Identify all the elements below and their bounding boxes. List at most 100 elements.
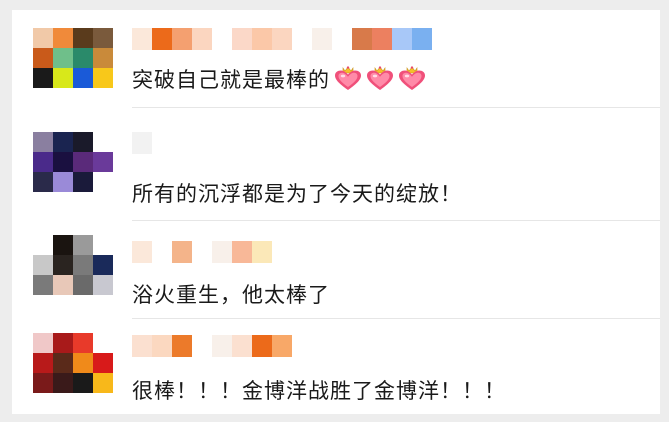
- avatar-mosaic-cell: [53, 235, 73, 255]
- username-mosaic-cell: [252, 241, 272, 263]
- username-redacted[interactable]: [132, 28, 432, 50]
- avatar-mosaic-cell: [33, 28, 53, 48]
- avatar-mosaic-cell: [93, 333, 113, 353]
- avatar-mosaic-cell: [33, 235, 53, 255]
- username-mosaic-cell: [172, 335, 192, 357]
- username-mosaic-cell: [412, 28, 432, 50]
- username-mosaic-cell: [172, 28, 192, 50]
- comment-item[interactable]: 浴火重生，他太棒了: [12, 221, 660, 319]
- username-mosaic-cell: [372, 28, 392, 50]
- heart-with-crown-icon: [334, 66, 362, 92]
- avatar[interactable]: [33, 235, 113, 295]
- avatar[interactable]: [33, 28, 113, 88]
- avatar-mosaic-cell: [33, 132, 53, 152]
- username-mosaic-cell: [392, 28, 412, 50]
- username-mosaic-cell: [232, 241, 252, 263]
- avatar-mosaic-cell: [53, 275, 73, 295]
- avatar-mosaic-cell: [73, 373, 93, 393]
- heart-with-crown-icon: [366, 66, 394, 92]
- comment-item[interactable]: 突破自己就是最棒的: [12, 10, 660, 108]
- avatar-mosaic-cell: [33, 172, 53, 192]
- avatar-mosaic-cell: [73, 235, 93, 255]
- avatar[interactable]: [33, 132, 113, 192]
- username-mosaic-cell: [192, 241, 212, 263]
- avatar-mosaic-cell: [33, 152, 53, 172]
- username-mosaic-cell: [132, 132, 152, 154]
- avatar-mosaic-cell: [93, 132, 113, 152]
- avatar-mosaic-cell: [93, 255, 113, 275]
- comment-text: 很棒！！！金博洋战胜了金博洋！！！: [132, 375, 506, 405]
- avatar-mosaic-cell: [93, 152, 113, 172]
- username-mosaic-cell: [212, 335, 232, 357]
- avatar[interactable]: [33, 333, 113, 393]
- avatar-mosaic-cell: [53, 373, 73, 393]
- avatar-mosaic-cell: [53, 48, 73, 68]
- username-mosaic-cell: [192, 335, 212, 357]
- username-mosaic-cell: [252, 28, 272, 50]
- comment-text: 所有的沉浮都是为了今天的绽放！: [132, 178, 462, 208]
- comment-text: 突破自己就是最棒的: [132, 64, 426, 94]
- avatar-mosaic-cell: [73, 28, 93, 48]
- heart-with-crown-icon: [398, 66, 426, 92]
- comment-list: 突破自己就是最棒的 所有的沉浮都是为了今天的绽放！ 浴火重生，他太棒了 很棒！！…: [12, 10, 660, 414]
- comment-text: 浴火重生，他太棒了: [132, 279, 330, 309]
- username-mosaic-cell: [132, 335, 152, 357]
- avatar-mosaic-cell: [73, 152, 93, 172]
- avatar-mosaic-cell: [93, 373, 113, 393]
- avatar-mosaic-cell: [33, 333, 53, 353]
- username-mosaic-cell: [212, 28, 232, 50]
- avatar-mosaic-cell: [93, 28, 113, 48]
- comment-text-content: 所有的沉浮都是为了今天的绽放！: [132, 182, 462, 206]
- username-redacted[interactable]: [132, 132, 152, 154]
- avatar-mosaic-cell: [73, 333, 93, 353]
- avatar-mosaic-cell: [93, 172, 113, 192]
- username-mosaic-cell: [252, 335, 272, 357]
- username-mosaic-cell: [212, 241, 232, 263]
- avatar-mosaic-cell: [73, 353, 93, 373]
- avatar-mosaic-cell: [53, 172, 73, 192]
- username-mosaic-cell: [352, 28, 372, 50]
- avatar-mosaic-cell: [53, 28, 73, 48]
- comment-text-content: 浴火重生，他太棒了: [132, 283, 330, 307]
- avatar-mosaic-cell: [73, 255, 93, 275]
- username-mosaic-cell: [152, 335, 172, 357]
- avatar-mosaic-cell: [73, 172, 93, 192]
- username-mosaic-cell: [132, 28, 152, 50]
- avatar-mosaic-cell: [73, 48, 93, 68]
- avatar-mosaic-cell: [33, 353, 53, 373]
- avatar-mosaic-cell: [33, 275, 53, 295]
- avatar-mosaic-cell: [53, 255, 73, 275]
- avatar-mosaic-cell: [93, 235, 113, 255]
- username-mosaic-cell: [152, 28, 172, 50]
- comment-text-content: 很棒！！！金博洋战胜了金博洋！！！: [132, 379, 506, 403]
- username-mosaic-cell: [152, 241, 172, 263]
- avatar-mosaic-cell: [53, 333, 73, 353]
- username-mosaic-cell: [272, 28, 292, 50]
- avatar-mosaic-cell: [33, 48, 53, 68]
- avatar-mosaic-cell: [93, 275, 113, 295]
- username-mosaic-cell: [132, 241, 152, 263]
- username-mosaic-cell: [192, 28, 212, 50]
- comment-item[interactable]: 所有的沉浮都是为了今天的绽放！: [12, 108, 660, 221]
- avatar-mosaic-cell: [93, 48, 113, 68]
- avatar-mosaic-cell: [53, 353, 73, 373]
- username-mosaic-cell: [172, 241, 192, 263]
- comment-item[interactable]: 很棒！！！金博洋战胜了金博洋！！！: [12, 319, 660, 414]
- avatar-mosaic-cell: [93, 68, 113, 88]
- comment-text-content: 突破自己就是最棒的: [132, 68, 330, 92]
- avatar-mosaic-cell: [53, 68, 73, 88]
- avatar-mosaic-cell: [73, 132, 93, 152]
- avatar-mosaic-cell: [53, 152, 73, 172]
- username-mosaic-cell: [312, 28, 332, 50]
- username-redacted[interactable]: [132, 241, 272, 263]
- username-mosaic-cell: [272, 335, 292, 357]
- username-mosaic-cell: [232, 335, 252, 357]
- avatar-mosaic-cell: [33, 255, 53, 275]
- username-mosaic-cell: [232, 28, 252, 50]
- avatar-mosaic-cell: [73, 68, 93, 88]
- username-mosaic-cell: [292, 28, 312, 50]
- username-mosaic-cell: [332, 28, 352, 50]
- avatar-mosaic-cell: [93, 353, 113, 373]
- username-redacted[interactable]: [132, 335, 292, 357]
- avatar-mosaic-cell: [53, 132, 73, 152]
